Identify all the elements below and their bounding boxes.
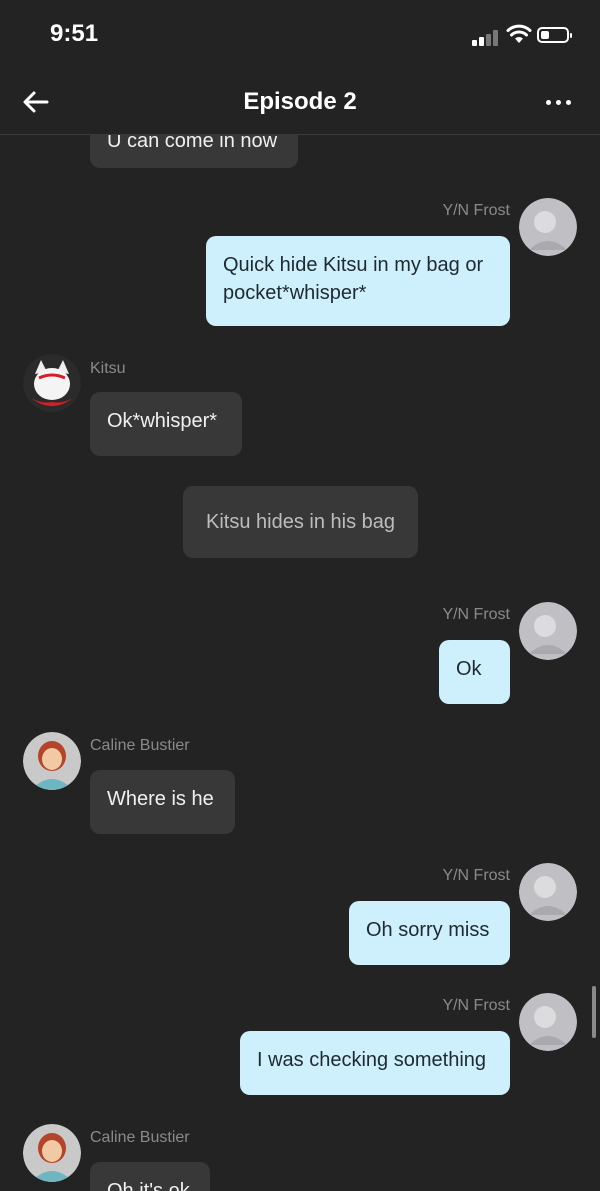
user-avatar[interactable] bbox=[519, 602, 577, 660]
sender-name: Y/N Frost bbox=[442, 202, 510, 219]
character-avatar[interactable] bbox=[23, 732, 81, 790]
sender-name: Kitsu bbox=[90, 360, 126, 377]
message-bubble: Oh it's ok bbox=[90, 1162, 210, 1191]
message-bubble: Ok*whisper* bbox=[90, 392, 242, 456]
message-text: U can come in now bbox=[107, 134, 278, 152]
status-time: 9:51 bbox=[50, 20, 99, 47]
sender-name: Caline Bustier bbox=[90, 1129, 190, 1146]
character-avatar[interactable] bbox=[23, 1124, 81, 1182]
sender-name: Y/N Frost bbox=[442, 867, 510, 884]
message-text: Quick hide Kitsu in my bag or pocket*whi… bbox=[223, 254, 484, 304]
more-options-icon[interactable] bbox=[546, 92, 574, 112]
message-text: Ok*whisper* bbox=[107, 410, 218, 432]
episode-title: Episode 2 bbox=[243, 88, 357, 115]
scrollbar[interactable] bbox=[592, 986, 596, 1038]
message-text: Oh it's ok bbox=[107, 1180, 190, 1191]
sender-name: Y/N Frost bbox=[442, 997, 510, 1014]
top-navigation-bar: Episode 2 bbox=[0, 70, 600, 135]
cellular-signal-icon bbox=[472, 30, 500, 46]
battery-icon bbox=[537, 27, 572, 43]
narration-text: Kitsu hides in his bag bbox=[205, 511, 395, 533]
status-bar: 9:51 bbox=[0, 0, 600, 70]
message-bubble: Quick hide Kitsu in my bag or pocket*whi… bbox=[206, 236, 510, 326]
sender-name: Y/N Frost bbox=[442, 606, 510, 623]
message-bubble: Oh sorry miss bbox=[349, 901, 510, 965]
wifi-icon bbox=[506, 24, 532, 43]
user-avatar[interactable] bbox=[519, 863, 577, 921]
narration-bubble: Kitsu hides in his bag bbox=[183, 486, 418, 558]
character-avatar[interactable] bbox=[23, 354, 81, 412]
sender-name: Caline Bustier bbox=[90, 737, 190, 754]
message-text: Where is he bbox=[107, 788, 214, 810]
user-avatar[interactable] bbox=[519, 198, 577, 256]
message-text: I was checking something bbox=[257, 1049, 487, 1071]
message-bubble: U can come in now bbox=[90, 134, 298, 168]
chat-thread[interactable]: U can come in now Y/N Frost Quick hide K… bbox=[0, 134, 600, 1191]
message-text: Oh sorry miss bbox=[366, 919, 490, 941]
message-bubble: I was checking something bbox=[240, 1031, 510, 1095]
user-avatar[interactable] bbox=[519, 993, 577, 1051]
message-bubble: Ok bbox=[439, 640, 510, 704]
message-text: Ok bbox=[456, 658, 482, 680]
message-bubble: Where is he bbox=[90, 770, 235, 834]
